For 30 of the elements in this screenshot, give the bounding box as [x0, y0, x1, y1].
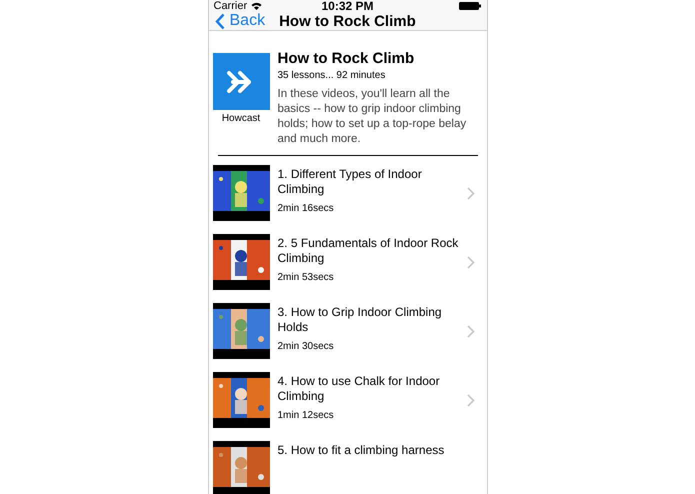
logo-icon: [212, 53, 270, 110]
lesson-title: 2. 5 Fundamentals of Indoor Rock Climbing: [278, 236, 458, 266]
wifi-icon: [251, 2, 262, 10]
lesson-title: 5. How to fit a climbing harness: [278, 443, 446, 458]
lesson-title: 3. How to Grip Indoor Climbing Holds: [278, 305, 443, 335]
chevron-right-icon: [466, 394, 474, 406]
lesson-row[interactable]: 3. How to Grip Indoor Climbing Holds 2min 30secs: [208, 303, 486, 359]
lesson-row[interactable]: 4. How to use Chalk for Indoor Climbing 1min 12secs: [208, 372, 486, 428]
lesson-row[interactable]: 2. 5 Fundamentals of Indoor Rock Climbing 2min 53secs: [208, 234, 486, 290]
lesson-title: 1. Different Types of Indoor Climbing: [278, 167, 423, 197]
chevron-left-icon: [214, 12, 224, 30]
nav-title: How to Rock Climb: [279, 12, 416, 30]
chevron-right-icon: [466, 324, 474, 338]
lesson-duration: 2min 16secs: [278, 203, 335, 214]
battery-icon: [458, 2, 480, 10]
lesson-duration: 2min 30secs: [278, 341, 335, 352]
course-meta: 35 lessons... 92 minutes: [278, 70, 386, 81]
clock-time: 10:32 PM: [321, 0, 374, 13]
lesson-title: 4. How to use Chalk for Indoor Climbing: [278, 374, 441, 404]
chevron-right-icon: [466, 186, 474, 200]
logo-caption: Howcast: [222, 113, 260, 124]
lesson-duration: 1min 12secs: [278, 410, 335, 421]
lesson-row[interactable]: 5. How to fit a climbing harness: [208, 441, 486, 494]
course-title: How to Rock Climb: [278, 50, 416, 67]
lesson-row[interactable]: 1. Different Types of Indoor Climbing 2min 16secs: [208, 165, 486, 221]
back-button[interactable]: Back: [214, 12, 266, 30]
lesson-duration: 2min 53secs: [278, 272, 335, 283]
carrier-label: Carrier: [214, 0, 248, 12]
course-description: In these videos, you'll learn all the basics -- how to grip indoor climbing holds; how to set up a top-rope belay and much more.: [278, 87, 468, 147]
chevron-right-icon: [466, 256, 474, 268]
